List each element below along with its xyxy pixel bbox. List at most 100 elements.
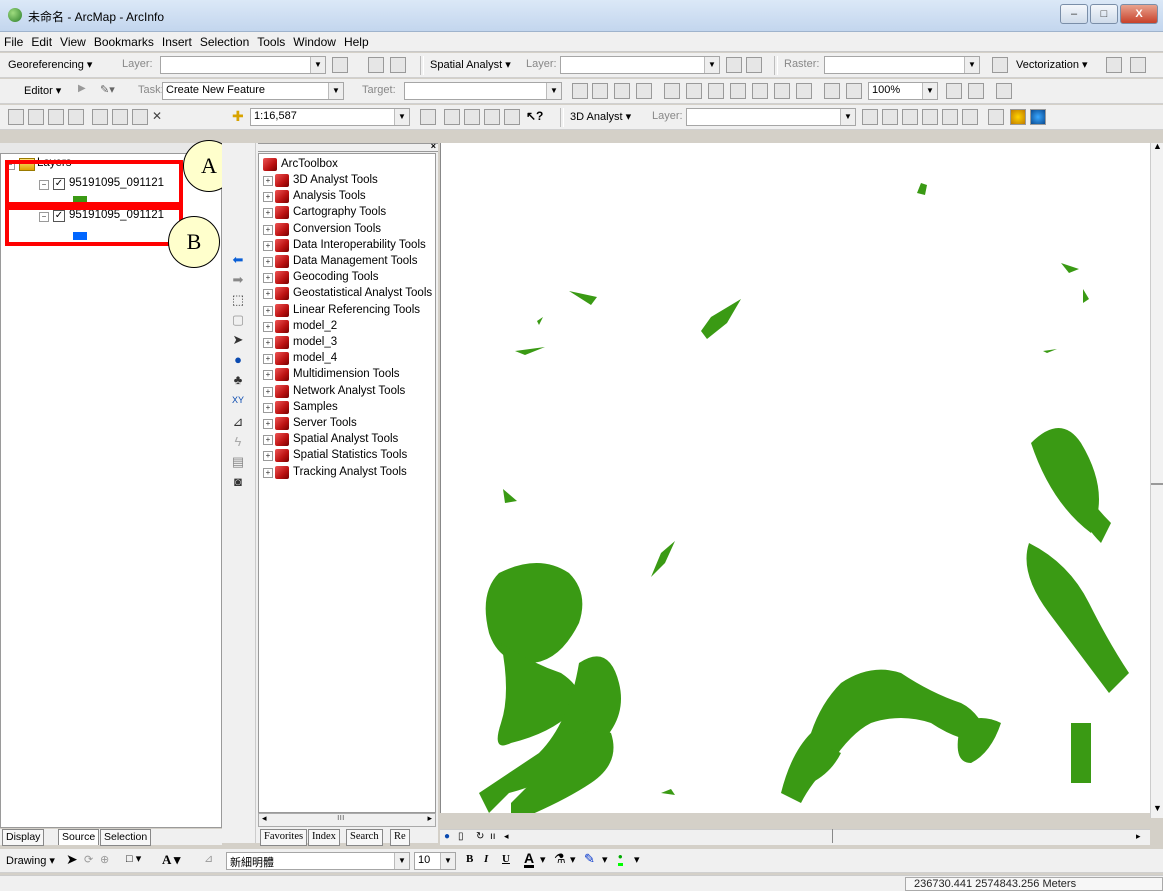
cut-icon[interactable] xyxy=(92,109,108,125)
toolbox-item[interactable]: + Multidimension Tools xyxy=(259,367,435,383)
create-viewer-icon[interactable]: ◙ xyxy=(230,475,246,489)
toolbox-item[interactable]: +3D Analyst Tools xyxy=(259,173,435,189)
scroll-left-icon[interactable]: ◂ xyxy=(504,831,509,842)
toolbox-item[interactable]: + Geocoding Tools xyxy=(259,270,435,286)
pause-drawing-icon[interactable]: ıı xyxy=(490,831,496,842)
previous-extent-icon[interactable] xyxy=(824,83,840,99)
toolbox-hscroll[interactable]: ◂ ııı ▸ xyxy=(258,812,436,827)
chevron-down-icon[interactable]: ▾ xyxy=(634,853,640,866)
map-hscroll[interactable]: ● ▯ ↻ ıı ◂ ▸ xyxy=(440,829,1150,845)
toolbox-item[interactable]: + Linear Referencing Tools xyxy=(259,303,435,319)
new-document-icon[interactable] xyxy=(8,109,24,125)
tab-display[interactable]: Display xyxy=(2,829,45,846)
save-icon[interactable] xyxy=(48,109,64,125)
zoom-in-layer-icon[interactable] xyxy=(664,83,680,99)
menu-file[interactable]: File xyxy=(0,32,27,49)
generate-features-icon[interactable] xyxy=(1130,57,1146,73)
measure-icon[interactable]: ⊿ xyxy=(230,415,246,429)
zoom-whole-page-icon[interactable] xyxy=(796,83,812,99)
toolbox-item[interactable]: + model_3 xyxy=(259,335,435,351)
task-dropdown[interactable]: Create New Feature ▼ xyxy=(162,82,344,100)
print-icon[interactable] xyxy=(68,109,84,125)
drawing-menu[interactable]: Drawing ▾ xyxy=(6,854,55,867)
toolbox-root[interactable]: ArcToolbox xyxy=(259,157,435,173)
link-table-icon[interactable] xyxy=(390,57,406,73)
expand-icon[interactable]: + xyxy=(263,338,273,348)
scroll-thumb[interactable] xyxy=(832,829,833,843)
rotate-icon[interactable] xyxy=(332,57,348,73)
line-color-icon[interactable]: ✎ xyxy=(584,851,595,867)
chevron-down-icon[interactable]: ▾ xyxy=(570,853,576,866)
change-layout-icon[interactable] xyxy=(996,83,1012,99)
expand-icon[interactable]: + xyxy=(263,176,273,186)
tab-favorites[interactable]: Favorites xyxy=(260,829,308,846)
interpolate-point-icon[interactable] xyxy=(922,109,938,125)
map-canvas[interactable] xyxy=(441,143,1151,823)
select-elements-icon[interactable]: ➤ xyxy=(230,333,246,347)
expand-icon[interactable]: + xyxy=(263,386,273,397)
editor-toolbar-icon[interactable] xyxy=(420,109,436,125)
expand-icon[interactable]: + xyxy=(263,240,273,251)
fill-color-icon[interactable]: ⚗ xyxy=(554,851,566,867)
menu-selection[interactable]: Selection xyxy=(196,32,253,49)
fixed-zoom-in-icon[interactable] xyxy=(752,83,768,99)
toolbox-item[interactable]: + Conversion Tools xyxy=(259,222,435,238)
maximize-button[interactable]: □ xyxy=(1090,4,1118,24)
vectorization-settings-icon[interactable] xyxy=(1106,57,1122,73)
toolbox-item[interactable]: + Cartography Tools xyxy=(259,205,435,221)
toolbox-item[interactable]: + model_2 xyxy=(259,319,435,335)
3d-analyst-menu[interactable]: 3D Analyst ▾ xyxy=(570,110,631,123)
pan-layer-icon[interactable] xyxy=(708,83,724,99)
forward-extent-icon[interactable]: ➡ xyxy=(230,273,246,287)
expand-icon[interactable]: + xyxy=(263,370,273,381)
layout-view-icon[interactable]: ▯ xyxy=(458,831,464,842)
expand-icon[interactable]: + xyxy=(263,467,273,478)
contour-icon[interactable] xyxy=(746,57,762,73)
raster-cleanup-icon[interactable] xyxy=(992,57,1008,73)
refresh-view-icon[interactable]: ↻ xyxy=(476,831,484,842)
sketch-tool-icon[interactable]: ✎▾ xyxy=(100,83,116,99)
font-color-icon[interactable]: A xyxy=(524,851,535,868)
vectorization-menu[interactable]: Vectorization ▾ xyxy=(1016,58,1088,71)
line-of-sight-icon[interactable] xyxy=(902,109,918,125)
spatial-layer-dropdown[interactable]: ▼ xyxy=(560,56,720,74)
menu-help[interactable]: Help xyxy=(340,32,373,49)
georef-layer-dropdown[interactable]: ▼ xyxy=(160,56,326,74)
tab-selection[interactable]: Selection xyxy=(100,829,152,846)
fixed-zoom-out-icon[interactable] xyxy=(774,83,790,99)
sketch-properties-icon[interactable] xyxy=(636,83,652,99)
scroll-down-icon[interactable]: ▼ xyxy=(1153,803,1162,813)
toolbox-close-icon[interactable]: × xyxy=(431,141,436,151)
editor-menu[interactable]: Editor ▾ xyxy=(24,84,61,97)
full-extent-layout-icon[interactable] xyxy=(730,83,746,99)
expand-icon[interactable]: + xyxy=(263,273,273,284)
menu-edit[interactable]: Edit xyxy=(27,32,56,49)
next-extent-icon[interactable] xyxy=(846,83,862,99)
direction-icon[interactable] xyxy=(572,83,588,99)
map-view[interactable] xyxy=(440,143,1151,823)
steepest-path-icon[interactable] xyxy=(882,109,898,125)
map-vertical-scrollbar[interactable]: ▲ ▼ xyxy=(1150,141,1163,818)
arctoolbox-icon[interactable] xyxy=(464,109,480,125)
find-icon[interactable]: ♣ xyxy=(230,373,246,387)
interpolate-polygon-icon[interactable] xyxy=(962,109,978,125)
paste-icon[interactable] xyxy=(132,109,148,125)
edit-tool-icon[interactable]: ▶ xyxy=(78,83,94,99)
menu-insert[interactable]: Insert xyxy=(158,32,196,49)
close-button[interactable]: X xyxy=(1120,4,1158,24)
arccatalog-icon[interactable] xyxy=(444,109,460,125)
menu-tools[interactable]: Tools xyxy=(253,32,289,49)
toolbox-item[interactable]: + model_4 xyxy=(259,351,435,367)
histogram-icon[interactable] xyxy=(726,57,742,73)
toggle-draft-icon[interactable] xyxy=(946,83,962,99)
expand-icon[interactable]: + xyxy=(263,224,273,235)
html-popup-icon[interactable]: ▤ xyxy=(230,455,246,469)
map-scale-dropdown[interactable]: 1:16,587 ▼ xyxy=(250,108,410,126)
back-extent-icon[interactable]: ⬅ xyxy=(230,253,246,267)
3d-layer-dropdown[interactable]: ▼ xyxy=(686,108,856,126)
menu-view[interactable]: View xyxy=(56,32,90,49)
menu-window[interactable]: Window xyxy=(289,32,340,49)
scroll-right-icon[interactable]: ▸ xyxy=(1136,831,1141,842)
focus-data-frame-icon[interactable] xyxy=(968,83,984,99)
attributes-icon[interactable] xyxy=(614,83,630,99)
